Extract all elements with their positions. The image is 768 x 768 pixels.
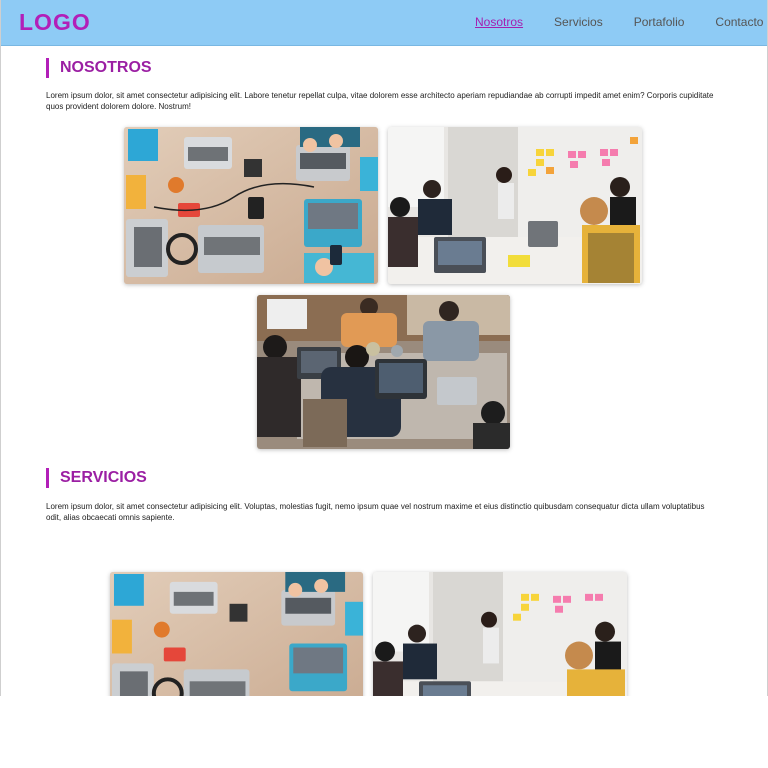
section-text-servicios: Lorem ipsum dolor, sit amet consectetur …	[46, 502, 705, 522]
photo-team-working	[257, 295, 510, 449]
meeting-illustration	[388, 127, 642, 284]
section-title-servicios: SERVICIOS	[46, 468, 147, 488]
nav-link-servicios[interactable]: Servicios	[554, 15, 603, 29]
section-title-nosotros: NOSOTROS	[46, 58, 152, 78]
nav-link-portafolio[interactable]: Portafolio	[634, 15, 685, 29]
meeting-illustration	[373, 572, 627, 696]
section-text-nosotros: Lorem ipsum dolor, sit amet consectetur …	[46, 91, 714, 111]
main-nav: Nosotros Servicios Portafolio Contacto	[475, 15, 763, 29]
nav-link-contacto[interactable]: Contacto	[715, 15, 763, 29]
photo-desk-laptops	[124, 127, 378, 284]
logo[interactable]: LOGO	[19, 9, 91, 36]
nav-link-nosotros[interactable]: Nosotros	[475, 15, 523, 29]
photo-team-meeting	[388, 127, 642, 284]
header: LOGO Nosotros Servicios Portafolio Conta…	[1, 0, 767, 46]
desk-illustration	[124, 127, 378, 284]
photo-desk-laptops-services	[110, 572, 363, 696]
team-illustration	[257, 295, 510, 449]
page: LOGO Nosotros Servicios Portafolio Conta…	[0, 0, 768, 696]
photo-team-meeting-services	[373, 572, 627, 696]
desk-illustration	[110, 572, 363, 696]
